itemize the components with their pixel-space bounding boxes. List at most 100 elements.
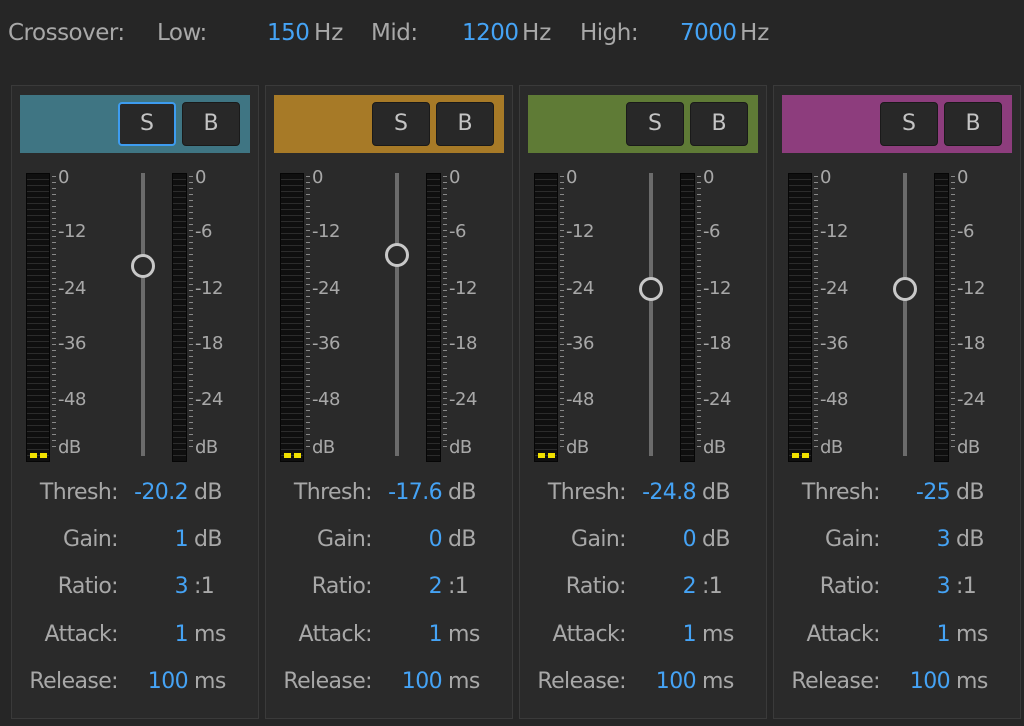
gain-value[interactable]: 0 — [364, 527, 443, 552]
gain-value[interactable]: 3 — [872, 527, 951, 552]
scale-tick — [52, 410, 56, 411]
scale-tick — [306, 422, 310, 423]
thresh-unit: dB — [448, 480, 476, 505]
scale-tick — [814, 218, 818, 219]
scale-tick — [697, 356, 701, 357]
threshold-fader-track[interactable] — [649, 173, 653, 456]
scale-tick — [560, 386, 564, 387]
scale-tick — [306, 320, 310, 321]
bypass-button[interactable]: B — [690, 102, 748, 146]
thresh-value[interactable]: -20.2 — [110, 480, 189, 505]
input-scale-label: -48 — [312, 389, 340, 410]
input-level-meter — [788, 173, 812, 462]
bypass-button[interactable]: B — [182, 102, 240, 146]
scale-tick — [443, 404, 447, 405]
attack-value[interactable]: 1 — [618, 622, 697, 647]
scale-tick — [52, 404, 56, 405]
scale-tick — [560, 338, 564, 339]
solo-button[interactable]: S — [118, 102, 176, 146]
gain-reduction-scale-label: dB — [703, 437, 726, 458]
attack-value[interactable]: 1 — [364, 622, 443, 647]
scale-tick — [951, 218, 955, 219]
gain-reduction-scale-label: -18 — [703, 333, 731, 354]
scale-tick — [443, 368, 447, 369]
scale-tick — [560, 218, 564, 219]
band-header: SB — [528, 95, 758, 153]
release-value[interactable]: 100 — [364, 669, 443, 694]
scale-tick — [52, 266, 56, 267]
threshold-fader-knob[interactable] — [639, 277, 663, 302]
release-value[interactable]: 100 — [618, 669, 697, 694]
crossover-mid-value[interactable]: 1200 — [462, 20, 519, 46]
scale-tick — [697, 368, 701, 369]
scale-tick — [951, 308, 955, 309]
scale-tick — [951, 290, 955, 291]
scale-tick — [560, 188, 564, 189]
gain-value[interactable]: 0 — [618, 527, 697, 552]
release-value[interactable]: 100 — [110, 669, 189, 694]
solo-button[interactable]: S — [372, 102, 430, 146]
solo-button[interactable]: S — [626, 102, 684, 146]
scale-tick — [814, 272, 818, 273]
scale-tick — [443, 278, 447, 279]
solo-button[interactable]: S — [880, 102, 938, 146]
scale-tick — [560, 326, 564, 327]
thresh-value[interactable]: -25 — [872, 480, 951, 505]
meter-peak-left — [30, 453, 37, 458]
ratio-value[interactable]: 2 — [618, 574, 697, 599]
scale-tick — [189, 344, 193, 345]
scale-tick — [697, 206, 701, 207]
bypass-button[interactable]: B — [944, 102, 1002, 146]
scale-tick — [560, 212, 564, 213]
scale-tick — [697, 332, 701, 333]
scale-tick — [951, 266, 955, 267]
input-scale-label: 0 — [566, 167, 577, 188]
meter-peak-left — [284, 453, 291, 458]
scale-tick — [697, 380, 701, 381]
scale-tick — [951, 212, 955, 213]
scale-tick — [189, 272, 193, 273]
gain-value[interactable]: 1 — [110, 527, 189, 552]
threshold-fader-track[interactable] — [395, 173, 399, 456]
ratio-value[interactable]: 3 — [872, 574, 951, 599]
scale-tick — [951, 302, 955, 303]
bypass-button[interactable]: B — [436, 102, 494, 146]
attack-value[interactable]: 1 — [110, 622, 189, 647]
scale-tick — [560, 284, 564, 285]
scale-tick — [814, 440, 818, 441]
scale-tick — [951, 320, 955, 321]
scale-tick — [560, 416, 564, 417]
scale-tick — [189, 410, 193, 411]
crossover-high-value[interactable]: 7000 — [680, 20, 737, 46]
scale-tick — [443, 206, 447, 207]
scale-tick — [52, 338, 56, 339]
thresh-value[interactable]: -17.6 — [364, 480, 443, 505]
attack-value[interactable]: 1 — [872, 622, 951, 647]
ratio-value[interactable]: 2 — [364, 574, 443, 599]
ratio-value[interactable]: 3 — [110, 574, 189, 599]
scale-tick — [306, 338, 310, 339]
scale-tick — [560, 176, 564, 177]
scale-tick — [52, 236, 56, 237]
input-scale-label: -12 — [58, 221, 86, 242]
scale-tick — [306, 326, 310, 327]
scale-tick — [52, 254, 56, 255]
release-label: Release: — [791, 669, 880, 694]
scale-tick — [52, 320, 56, 321]
threshold-fader-knob[interactable] — [131, 254, 155, 279]
release-value[interactable]: 100 — [872, 669, 951, 694]
threshold-fader-track[interactable] — [141, 173, 145, 456]
thresh-value[interactable]: -24.8 — [618, 480, 697, 505]
input-level-meter — [26, 173, 50, 462]
scale-tick — [443, 308, 447, 309]
crossover-low-value[interactable]: 150 — [267, 20, 310, 46]
scale-tick — [443, 428, 447, 429]
threshold-fader-knob[interactable] — [385, 243, 409, 268]
scale-tick — [697, 278, 701, 279]
scale-tick — [560, 440, 564, 441]
scale-tick — [52, 182, 56, 183]
scale-tick — [951, 182, 955, 183]
scale-tick — [697, 212, 701, 213]
threshold-fader-knob[interactable] — [893, 277, 917, 302]
threshold-fader-track[interactable] — [903, 173, 907, 456]
